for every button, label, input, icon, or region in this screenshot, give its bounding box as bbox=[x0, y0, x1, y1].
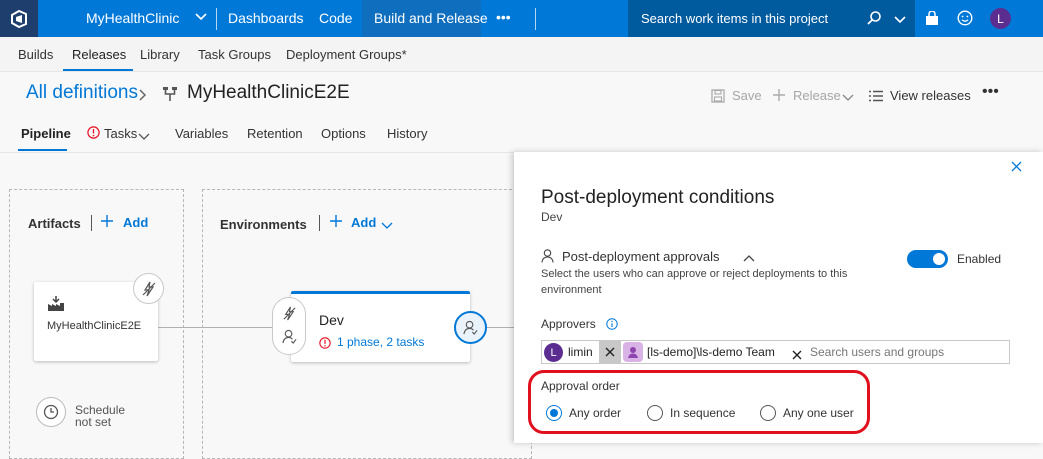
add-environment-button[interactable]: Add bbox=[351, 215, 376, 230]
search-icon[interactable] bbox=[866, 10, 882, 31]
release-button[interactable]: Release bbox=[793, 88, 841, 103]
definition-header: All definitions MyHealthClinicE2E Save R… bbox=[0, 72, 1043, 152]
active-tab-indicator bbox=[63, 69, 133, 71]
divider bbox=[319, 215, 320, 231]
tab-history[interactable]: History bbox=[387, 126, 427, 141]
search-box[interactable]: Search work items in this project bbox=[628, 0, 915, 37]
view-releases-button[interactable]: View releases bbox=[890, 88, 971, 103]
remove-approver-team-icon[interactable] bbox=[792, 347, 802, 365]
environment-card-dev[interactable]: Dev 1 phase, 2 tasks bbox=[291, 291, 470, 362]
person-icon bbox=[541, 249, 554, 268]
environment-info-link[interactable]: 1 phase, 2 tasks bbox=[337, 335, 424, 349]
tab-pipeline[interactable]: Pipeline bbox=[21, 126, 71, 141]
breadcrumb-chevron-icon bbox=[138, 88, 148, 106]
add-artifact-button[interactable]: Add bbox=[123, 215, 148, 230]
user-avatar[interactable]: L bbox=[990, 8, 1011, 29]
top-navigation-bar: MyHealthClinic Dashboards Code Build and… bbox=[0, 0, 1043, 37]
build-artifact-icon bbox=[47, 296, 65, 317]
post-deployment-conditions-panel: Post-deployment conditions Dev Post-depl… bbox=[514, 152, 1043, 443]
pre-deployment-trigger-icon[interactable] bbox=[282, 306, 297, 326]
save-icon bbox=[711, 89, 725, 108]
panel-subtitle: Dev bbox=[541, 210, 563, 224]
vsts-logo-icon[interactable] bbox=[0, 0, 38, 37]
tab-tasks[interactable]: Tasks bbox=[104, 126, 137, 141]
artifacts-label: Artifacts bbox=[28, 216, 81, 231]
info-icon[interactable] bbox=[606, 317, 618, 335]
more-actions-icon[interactable]: ••• bbox=[982, 83, 999, 101]
approvers-label: Approvers bbox=[541, 317, 596, 331]
collapse-chevron-up-icon[interactable] bbox=[743, 250, 755, 268]
tab-options[interactable]: Options bbox=[321, 126, 366, 141]
project-name[interactable]: MyHealthClinic bbox=[86, 10, 179, 26]
connector-line bbox=[487, 327, 514, 328]
feedback-smiley-icon[interactable] bbox=[957, 10, 973, 31]
pre-deployment-conditions[interactable] bbox=[272, 297, 306, 355]
divider bbox=[91, 215, 92, 231]
add-environment-plus-icon[interactable] bbox=[329, 214, 343, 233]
add-artifact-plus-icon[interactable] bbox=[100, 214, 114, 233]
approval-order-highlight bbox=[528, 370, 870, 434]
subnav-deployment-groups[interactable]: Deployment Groups* bbox=[286, 47, 407, 62]
save-button[interactable]: Save bbox=[732, 88, 762, 103]
project-chevron-icon[interactable] bbox=[194, 9, 208, 28]
search-chevron-icon[interactable] bbox=[894, 12, 906, 30]
nav-code[interactable]: Code bbox=[319, 10, 352, 26]
approvals-description-line-1: Select the users who can approve or reje… bbox=[541, 268, 848, 280]
breadcrumb-all-definitions[interactable]: All definitions bbox=[26, 82, 138, 104]
subnav-task-groups[interactable]: Task Groups bbox=[198, 47, 271, 62]
schedule-line-2: not set bbox=[75, 415, 112, 429]
environments-label: Environments bbox=[220, 217, 307, 232]
approvals-enabled-toggle[interactable] bbox=[907, 250, 948, 268]
list-icon bbox=[869, 89, 883, 107]
release-definition-icon bbox=[162, 86, 178, 107]
subnav-builds[interactable]: Builds bbox=[18, 47, 53, 62]
subnav-releases[interactable]: Releases bbox=[72, 47, 126, 62]
subnav-library[interactable]: Library bbox=[140, 47, 180, 62]
tasks-chevron-icon[interactable] bbox=[138, 129, 150, 147]
nav-more-icon[interactable]: ••• bbox=[496, 9, 511, 25]
page-title: MyHealthClinicE2E bbox=[187, 82, 350, 103]
environment-name: Dev bbox=[319, 312, 344, 328]
approver-chip-team: [ls-demo]\ls-demo Team bbox=[647, 345, 775, 359]
search-input[interactable]: Search work items in this project bbox=[641, 11, 828, 26]
continuous-deployment-trigger-icon[interactable] bbox=[133, 273, 164, 304]
toggle-label: Enabled bbox=[957, 252, 1002, 266]
approver-avatar: L bbox=[544, 343, 563, 362]
team-avatar-icon bbox=[623, 342, 643, 362]
approvals-section-label[interactable]: Post-deployment approvals bbox=[562, 249, 720, 264]
plus-icon bbox=[772, 88, 786, 107]
panel-title: Post-deployment conditions bbox=[541, 187, 775, 208]
pre-deployment-approver-icon[interactable] bbox=[282, 329, 297, 349]
nav-dashboards[interactable]: Dashboards bbox=[228, 10, 304, 26]
toggle-knob bbox=[933, 253, 945, 265]
sub-navigation: Builds Releases Library Task Groups Depl… bbox=[0, 37, 1043, 72]
approvals-description-line-2: environment bbox=[541, 284, 602, 296]
tab-variables[interactable]: Variables bbox=[175, 126, 228, 141]
divider bbox=[216, 8, 217, 30]
divider bbox=[535, 8, 536, 30]
release-chevron-icon[interactable] bbox=[842, 90, 854, 108]
environment-warning-icon bbox=[319, 336, 331, 354]
artifact-name: MyHealthClinicE2E bbox=[47, 320, 142, 332]
nav-build-and-release[interactable]: Build and Release bbox=[374, 10, 488, 26]
search-users-input[interactable]: Search users and groups bbox=[810, 345, 944, 359]
schedule-clock-icon[interactable] bbox=[36, 397, 66, 427]
tab-retention[interactable]: Retention bbox=[247, 126, 303, 141]
approver-chip-limin: limin bbox=[568, 345, 593, 359]
marketplace-bag-icon[interactable] bbox=[925, 10, 939, 31]
post-deployment-approver-icon[interactable] bbox=[454, 311, 487, 344]
approvers-input[interactable]: L limin [ls-demo]\ls-demo Team Search us… bbox=[541, 340, 1010, 364]
add-environment-chevron-icon[interactable] bbox=[381, 218, 393, 236]
remove-approver-limin-icon[interactable] bbox=[599, 341, 621, 363]
active-tab-indicator bbox=[18, 149, 67, 151]
close-icon[interactable] bbox=[1011, 159, 1022, 177]
warning-icon bbox=[87, 126, 100, 144]
